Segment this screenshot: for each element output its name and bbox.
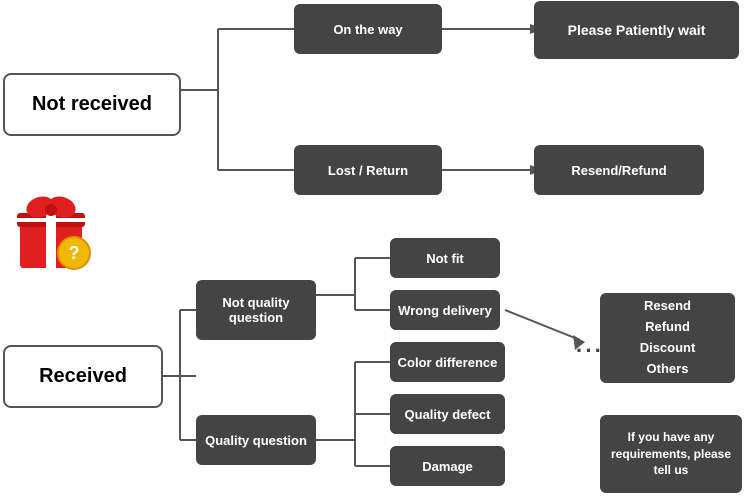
on-the-way-box: On the way <box>294 4 442 54</box>
quality-defect-box: Quality defect <box>390 394 505 434</box>
gift-icon: ? <box>12 185 102 275</box>
resend-options-box: Resend Refund Discount Others <box>600 293 735 383</box>
requirements-box: If you have any requirements, please tel… <box>600 415 742 493</box>
wrong-delivery-box: Wrong delivery <box>390 290 500 330</box>
svg-text:?: ? <box>69 243 80 263</box>
color-difference-box: Color difference <box>390 342 505 382</box>
damage-box: Damage <box>390 446 505 486</box>
not-fit-box: Not fit <box>390 238 500 278</box>
quality-question-box: Quality question <box>196 415 316 465</box>
not-received-box: Not received <box>3 73 181 136</box>
received-box: Received <box>3 345 163 408</box>
please-wait-box: Please Patiently wait <box>534 1 739 59</box>
not-quality-box: Not quality question <box>196 280 316 340</box>
resend-refund-box: Resend/Refund <box>534 145 704 195</box>
lost-return-box: Lost / Return <box>294 145 442 195</box>
diagram: Not received On the way Please Patiently… <box>0 0 750 500</box>
